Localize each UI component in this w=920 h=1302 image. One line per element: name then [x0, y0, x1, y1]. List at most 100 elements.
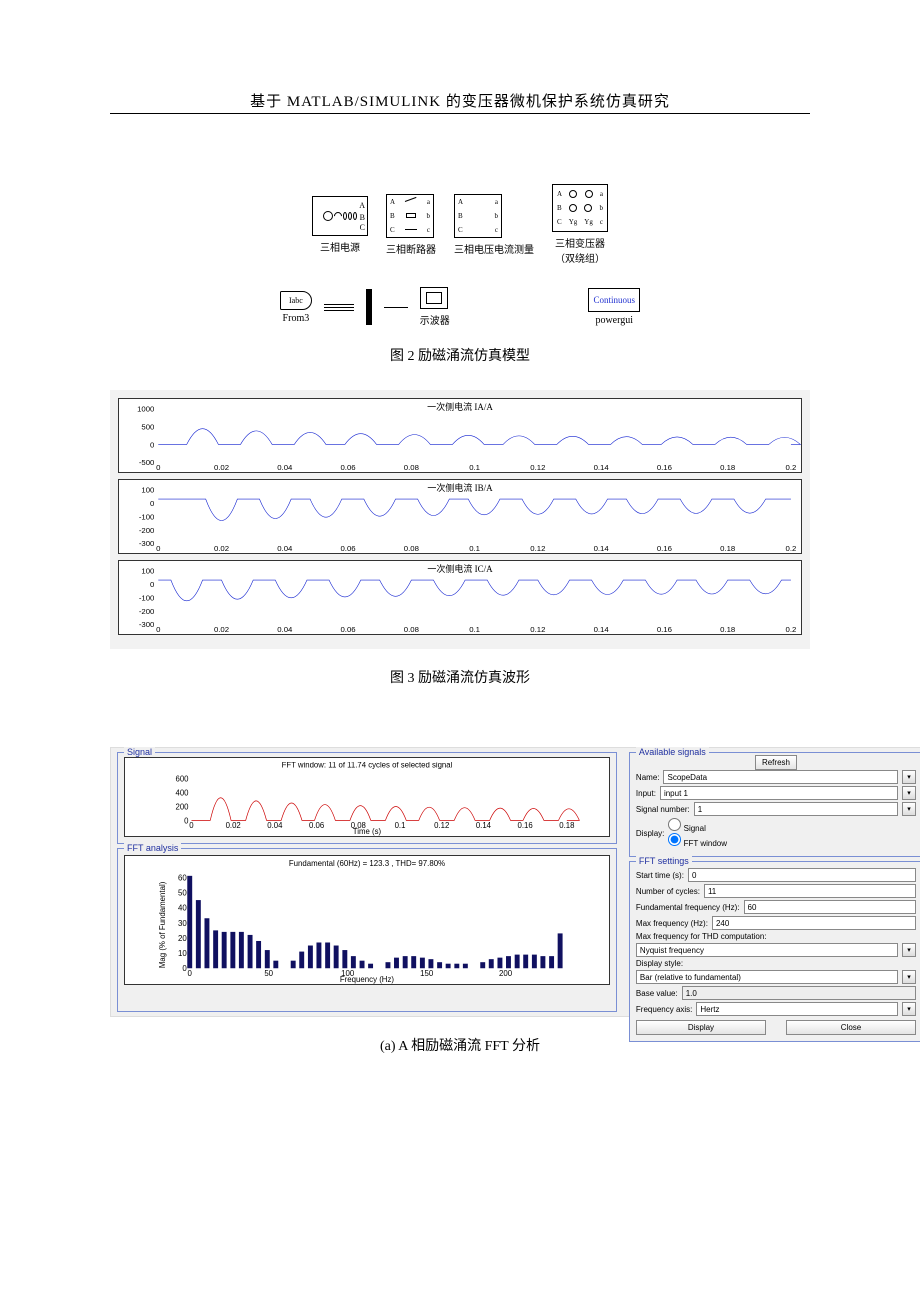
svg-text:0.04: 0.04: [277, 544, 293, 553]
max-freq-label: Max frequency (Hz):: [636, 919, 708, 928]
svg-text:0.06: 0.06: [341, 544, 356, 553]
svg-text:0.06: 0.06: [341, 625, 356, 634]
svg-text:40: 40: [178, 904, 187, 913]
measure-label: 三相电压电流测量: [454, 241, 534, 256]
svg-text:600: 600: [176, 775, 190, 784]
svg-text:0: 0: [150, 580, 155, 589]
refresh-button[interactable]: Refresh: [755, 755, 797, 770]
xfmr-label-1: 三相变压器: [552, 235, 608, 250]
scope-waveforms: 一次侧电流 IA/A 10005000-500 00.020.040.060.0…: [110, 390, 810, 649]
signal-number-field[interactable]: [694, 802, 898, 816]
xfmr-label-2: （双绕组）: [552, 250, 608, 265]
max-freq-field[interactable]: [712, 916, 916, 930]
available-signals-legend: Available signals: [636, 747, 709, 757]
display-signal-radio[interactable]: Signal: [668, 818, 727, 833]
svg-text:100: 100: [141, 486, 155, 495]
name-field[interactable]: [663, 770, 898, 784]
thd-field[interactable]: [636, 943, 898, 957]
svg-text:-100: -100: [139, 593, 155, 602]
thd-label: Max frequency for THD computation:: [636, 932, 916, 941]
scope-ic: 一次侧电流 IC/A 1000-100-200-300 00.020.040.0…: [118, 560, 802, 635]
input-field[interactable]: [660, 786, 898, 800]
chevron-down-icon[interactable]: ▾: [902, 802, 916, 816]
start-time-field[interactable]: [688, 868, 916, 882]
svg-text:0.16: 0.16: [657, 463, 672, 472]
svg-text:1000: 1000: [137, 405, 155, 414]
freq-axis-label: Frequency axis:: [636, 1005, 692, 1014]
svg-text:400: 400: [176, 788, 190, 797]
svg-text:0.04: 0.04: [277, 463, 293, 472]
svg-text:0: 0: [156, 625, 161, 634]
svg-text:0.14: 0.14: [594, 544, 610, 553]
svg-text:60: 60: [178, 873, 187, 882]
chevron-down-icon[interactable]: ▾: [902, 786, 916, 800]
scope-label: 示波器: [420, 312, 450, 327]
svg-text:0.16: 0.16: [518, 821, 533, 830]
svg-text:-300: -300: [139, 620, 155, 629]
display-button[interactable]: Display: [636, 1020, 766, 1035]
svg-text:150: 150: [420, 969, 434, 978]
display-fftwindow-radio[interactable]: FFT window: [668, 833, 727, 848]
three-phase-breaker-block: Aa Bb Cc: [386, 194, 434, 238]
svg-text:0.06: 0.06: [341, 463, 356, 472]
svg-text:0.04: 0.04: [277, 625, 293, 634]
chevron-down-icon[interactable]: ▾: [902, 943, 916, 957]
svg-text:0.14: 0.14: [594, 625, 610, 634]
svg-text:-500: -500: [139, 458, 155, 467]
svg-text:0.18: 0.18: [559, 821, 574, 830]
svg-text:Fundamental (60Hz) = 123.3 , T: Fundamental (60Hz) = 123.3 , THD= 97.80%: [289, 859, 445, 868]
chevron-down-icon[interactable]: ▾: [902, 770, 916, 784]
chevron-down-icon[interactable]: ▾: [902, 970, 916, 984]
svg-text:0.02: 0.02: [214, 625, 229, 634]
fund-freq-field[interactable]: [744, 900, 916, 914]
svg-text:0.18: 0.18: [720, 544, 735, 553]
svg-text:0.12: 0.12: [530, 625, 545, 634]
svg-text:0.14: 0.14: [476, 821, 492, 830]
svg-text:10: 10: [178, 949, 187, 958]
svg-text:500: 500: [141, 422, 155, 431]
scope-ia: 一次侧电流 IA/A 10005000-500 00.020.040.060.0…: [118, 398, 802, 473]
svg-text:30: 30: [178, 919, 187, 928]
three-phase-source-block: A B C: [312, 196, 368, 236]
svg-text:Time (s): Time (s): [353, 827, 382, 836]
breaker-label: 三相断路器: [386, 241, 436, 256]
cycles-label: Number of cycles:: [636, 887, 700, 896]
svg-text:0.1: 0.1: [469, 544, 480, 553]
display-label: Display:: [636, 829, 664, 838]
svg-text:0.08: 0.08: [404, 463, 419, 472]
mux-block: [366, 289, 372, 325]
svg-text:0.18: 0.18: [720, 463, 735, 472]
svg-text:0: 0: [189, 821, 194, 830]
base-value-label: Base value:: [636, 989, 678, 998]
svg-text:0.12: 0.12: [530, 544, 545, 553]
freq-axis-field[interactable]: [696, 1002, 898, 1016]
simulink-diagram: A B C 三相电源 Aa Bb Cc 三相断路器 Aa Bb: [270, 184, 650, 327]
svg-text:0: 0: [156, 544, 161, 553]
page-header-title: 基于 MATLAB/SIMULINK 的变压器微机保护系统仿真研究: [110, 90, 810, 111]
available-signals-panel: Available signals Refresh Name:▾ Input:▾…: [629, 752, 920, 857]
scope-block: [420, 287, 448, 309]
fft-signal-plot: FFT window: 11 of 11.74 cycles of select…: [124, 757, 610, 837]
style-field[interactable]: [636, 970, 898, 984]
svg-text:-200: -200: [139, 607, 155, 616]
figure-2-caption: 图 2 励磁涌流仿真模型: [110, 345, 810, 365]
svg-text:0.2: 0.2: [786, 625, 797, 634]
start-time-label: Start time (s):: [636, 871, 684, 880]
svg-text:0.08: 0.08: [404, 625, 419, 634]
svg-text:0.2: 0.2: [786, 463, 797, 472]
figure-3-caption: 图 3 励磁涌流仿真波形: [110, 667, 810, 687]
cycles-field[interactable]: [704, 884, 916, 898]
scope-ib-title: 一次侧电流 IB/A: [424, 481, 495, 494]
svg-text:FFT window: 11 of 11.74 cycles: FFT window: 11 of 11.74 cycles of select…: [282, 761, 453, 770]
source-label: 三相电源: [312, 239, 368, 254]
svg-text:0.12: 0.12: [530, 463, 545, 472]
svg-text:20: 20: [178, 934, 187, 943]
svg-text:100: 100: [141, 567, 155, 576]
close-button[interactable]: Close: [786, 1020, 916, 1035]
svg-text:0.2: 0.2: [786, 544, 797, 553]
chevron-down-icon[interactable]: ▾: [902, 1002, 916, 1016]
svg-text:Frequency (Hz): Frequency (Hz): [340, 975, 395, 984]
svg-text:0.1: 0.1: [469, 625, 480, 634]
scope-ia-title: 一次侧电流 IA/A: [424, 400, 496, 413]
base-value-field: [682, 986, 916, 1000]
